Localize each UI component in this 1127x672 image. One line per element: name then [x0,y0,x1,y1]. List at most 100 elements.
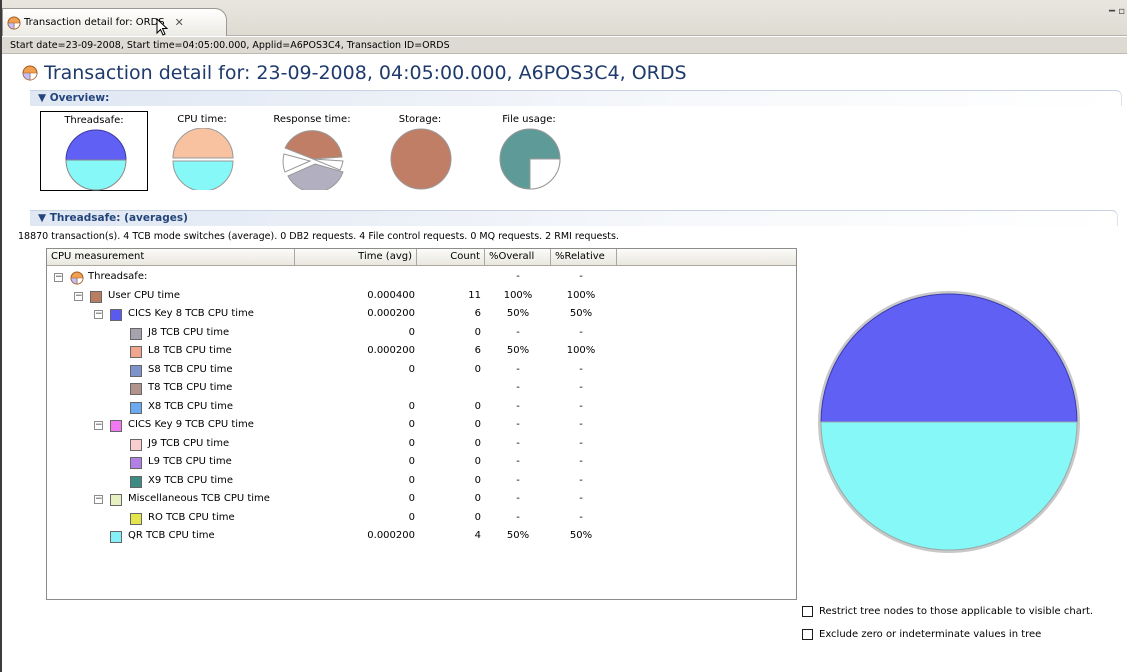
measurement-name: J8 TCB CPU time [148,326,230,338]
measurement-name: J9 TCB CPU time [148,437,230,449]
thumb-threadsafe[interactable]: Threadsafe: [40,111,148,191]
color-swatch [110,531,122,543]
table-row[interactable]: X8 TCB CPU time 0 0 - - [47,399,796,417]
time-avg-cell: 0 [408,419,415,430]
collapse-toggle-icon[interactable]: − [94,421,103,430]
percent-relative-cell: 50% [569,308,593,319]
percent-overall-cell: - [516,271,520,282]
percent-overall-cell: 50% [506,308,530,319]
percent-overall-cell: 100% [503,289,533,301]
table-row[interactable]: L9 TCB CPU time 0 0 - - [47,454,796,472]
thumb-file-usage[interactable]: File usage: [475,111,583,191]
threadsafe-section-header[interactable]: ▼ Threadsafe: (averages) [30,210,1118,226]
table-row[interactable]: − Threadsafe: - - [47,269,796,287]
table-row[interactable]: − Miscellaneous TCB CPU time 0 0 - - [47,491,796,509]
table-row[interactable]: − CICS Key 8 TCB CPU time 0.000200 6 50% 50% [47,306,796,324]
color-swatch [130,327,142,340]
pie-slice[interactable] [820,293,1078,423]
percent-relative-cell: 100% [566,289,596,301]
collapse-triangle-icon[interactable]: ▼ [38,212,46,224]
table-row[interactable]: L8 TCB CPU time 0.000200 6 50% 100% [47,343,796,361]
measurement-name: S8 TCB CPU time [148,363,233,375]
percent-relative-cell: - [579,511,583,523]
percent-relative-cell: - [579,474,583,486]
measurement-name: X9 TCB CPU time [148,474,234,486]
count-cell: 0 [474,474,481,486]
column-header-cpu-measurement[interactable]: CPU measurement [47,249,295,266]
count-cell: 0 [474,437,481,449]
thumb-storage[interactable]: Storage: [366,111,474,191]
info-line: Start date=23-09-2008, Start time=04:05:… [2,37,1127,54]
collapse-toggle-icon[interactable]: − [94,310,103,319]
column-header-time[interactable]: Time (avg) [295,249,417,266]
page-title: Transaction detail for: 23-09-2008, 04:0… [44,62,687,84]
cpu-measurement-tree[interactable]: CPU measurement Time (avg) Count %Overal… [46,248,797,600]
table-row[interactable]: T8 TCB CPU time - - [47,380,796,398]
collapse-triangle-icon[interactable]: ▼ [38,92,46,104]
thumb-response-time[interactable]: Response time: [258,111,366,191]
table-row[interactable]: RO TCB CPU time 0 0 - - [47,510,796,528]
time-avg-cell: 0 [408,326,415,338]
thumb-label: File usage: [502,114,556,125]
percent-overall-cell: - [516,400,520,412]
thumb-cpu-time[interactable]: CPU time: [148,111,256,191]
pie-slice[interactable] [820,421,1078,551]
table-row[interactable]: − CICS Key 9 TCB CPU time 0 0 - - [47,417,796,435]
threadsafe-pie-chart [818,291,1080,553]
count-cell: 4 [474,530,481,541]
table-row[interactable]: QR TCB CPU time 0.000200 4 50% 50% [47,528,796,546]
percent-relative-cell: 50% [569,530,593,541]
color-swatch [130,512,142,525]
threadsafe-mini-pie [65,129,127,191]
percent-relative-cell: - [579,271,583,282]
editor-tab-bar: Transaction detail for: ORDS ✕ ━ ▫ [2,0,1127,36]
measurement-name: T8 TCB CPU time [148,382,233,393]
color-swatch [110,309,122,321]
measurement-name: User CPU time [108,289,181,301]
color-swatch [130,438,142,451]
collapse-toggle-icon[interactable]: − [74,291,83,301]
color-swatch [130,401,142,414]
collapse-toggle-icon[interactable]: − [94,495,103,504]
column-header-relative[interactable]: %Relative [551,249,617,266]
window-controls-icon[interactable]: ━ ▫ [1109,6,1125,17]
percent-relative-cell: - [579,456,583,467]
count-cell: 0 [474,326,481,338]
color-swatch [110,494,122,506]
threadsafe-heading: Threadsafe: (averages) [49,212,188,224]
overview-heading: Overview: [49,92,110,104]
tree-header: CPU measurement Time (avg) Count %Overal… [47,249,796,266]
time-avg-cell: 0 [408,437,415,449]
table-row[interactable]: J8 TCB CPU time 0 0 - - [47,325,796,343]
column-header-count[interactable]: Count [417,249,485,266]
transaction-pie-icon [22,65,38,81]
collapse-toggle-icon[interactable]: − [54,273,63,282]
tab-transaction-detail[interactable]: Transaction detail for: ORDS ✕ [2,8,227,36]
time-avg-cell: 0 [408,456,415,467]
tab-title: Transaction detail for: ORDS [24,17,165,28]
time-avg-cell: 0 [408,363,415,375]
percent-relative-cell: - [579,400,583,412]
count-cell: 0 [474,456,481,467]
column-header-filler [617,249,796,266]
column-header-overall[interactable]: %Overall [485,249,551,266]
overview-section-header[interactable]: ▼ Overview: [30,90,1122,106]
exclude-zero-option[interactable]: Exclude zero or indeterminate values in … [802,627,1041,641]
table-row[interactable]: S8 TCB CPU time 0 0 - - [47,362,796,380]
restrict-tree-checkbox[interactable] [802,605,813,617]
thumb-label: Storage: [398,114,442,125]
table-row[interactable]: J9 TCB CPU time 0 0 - - [47,436,796,454]
exclude-zero-label: Exclude zero or indeterminate values in … [819,628,1042,640]
percent-overall-cell: 50% [506,530,530,541]
exclude-zero-checkbox[interactable] [802,628,813,640]
time-avg-cell: 0.000200 [367,345,415,356]
close-icon[interactable]: ✕ [175,16,184,29]
time-avg-cell: 0 [408,400,415,412]
restrict-tree-option[interactable]: Restrict tree nodes to those applicable … [802,604,1093,618]
storage-mini-pie [390,128,452,190]
color-swatch [110,420,122,432]
percent-overall-cell: - [516,382,520,393]
table-row[interactable]: X9 TCB CPU time 0 0 - - [47,473,796,491]
percent-relative-cell: - [579,382,583,393]
table-row[interactable]: − User CPU time 0.000400 11 100% 100% [47,288,796,306]
